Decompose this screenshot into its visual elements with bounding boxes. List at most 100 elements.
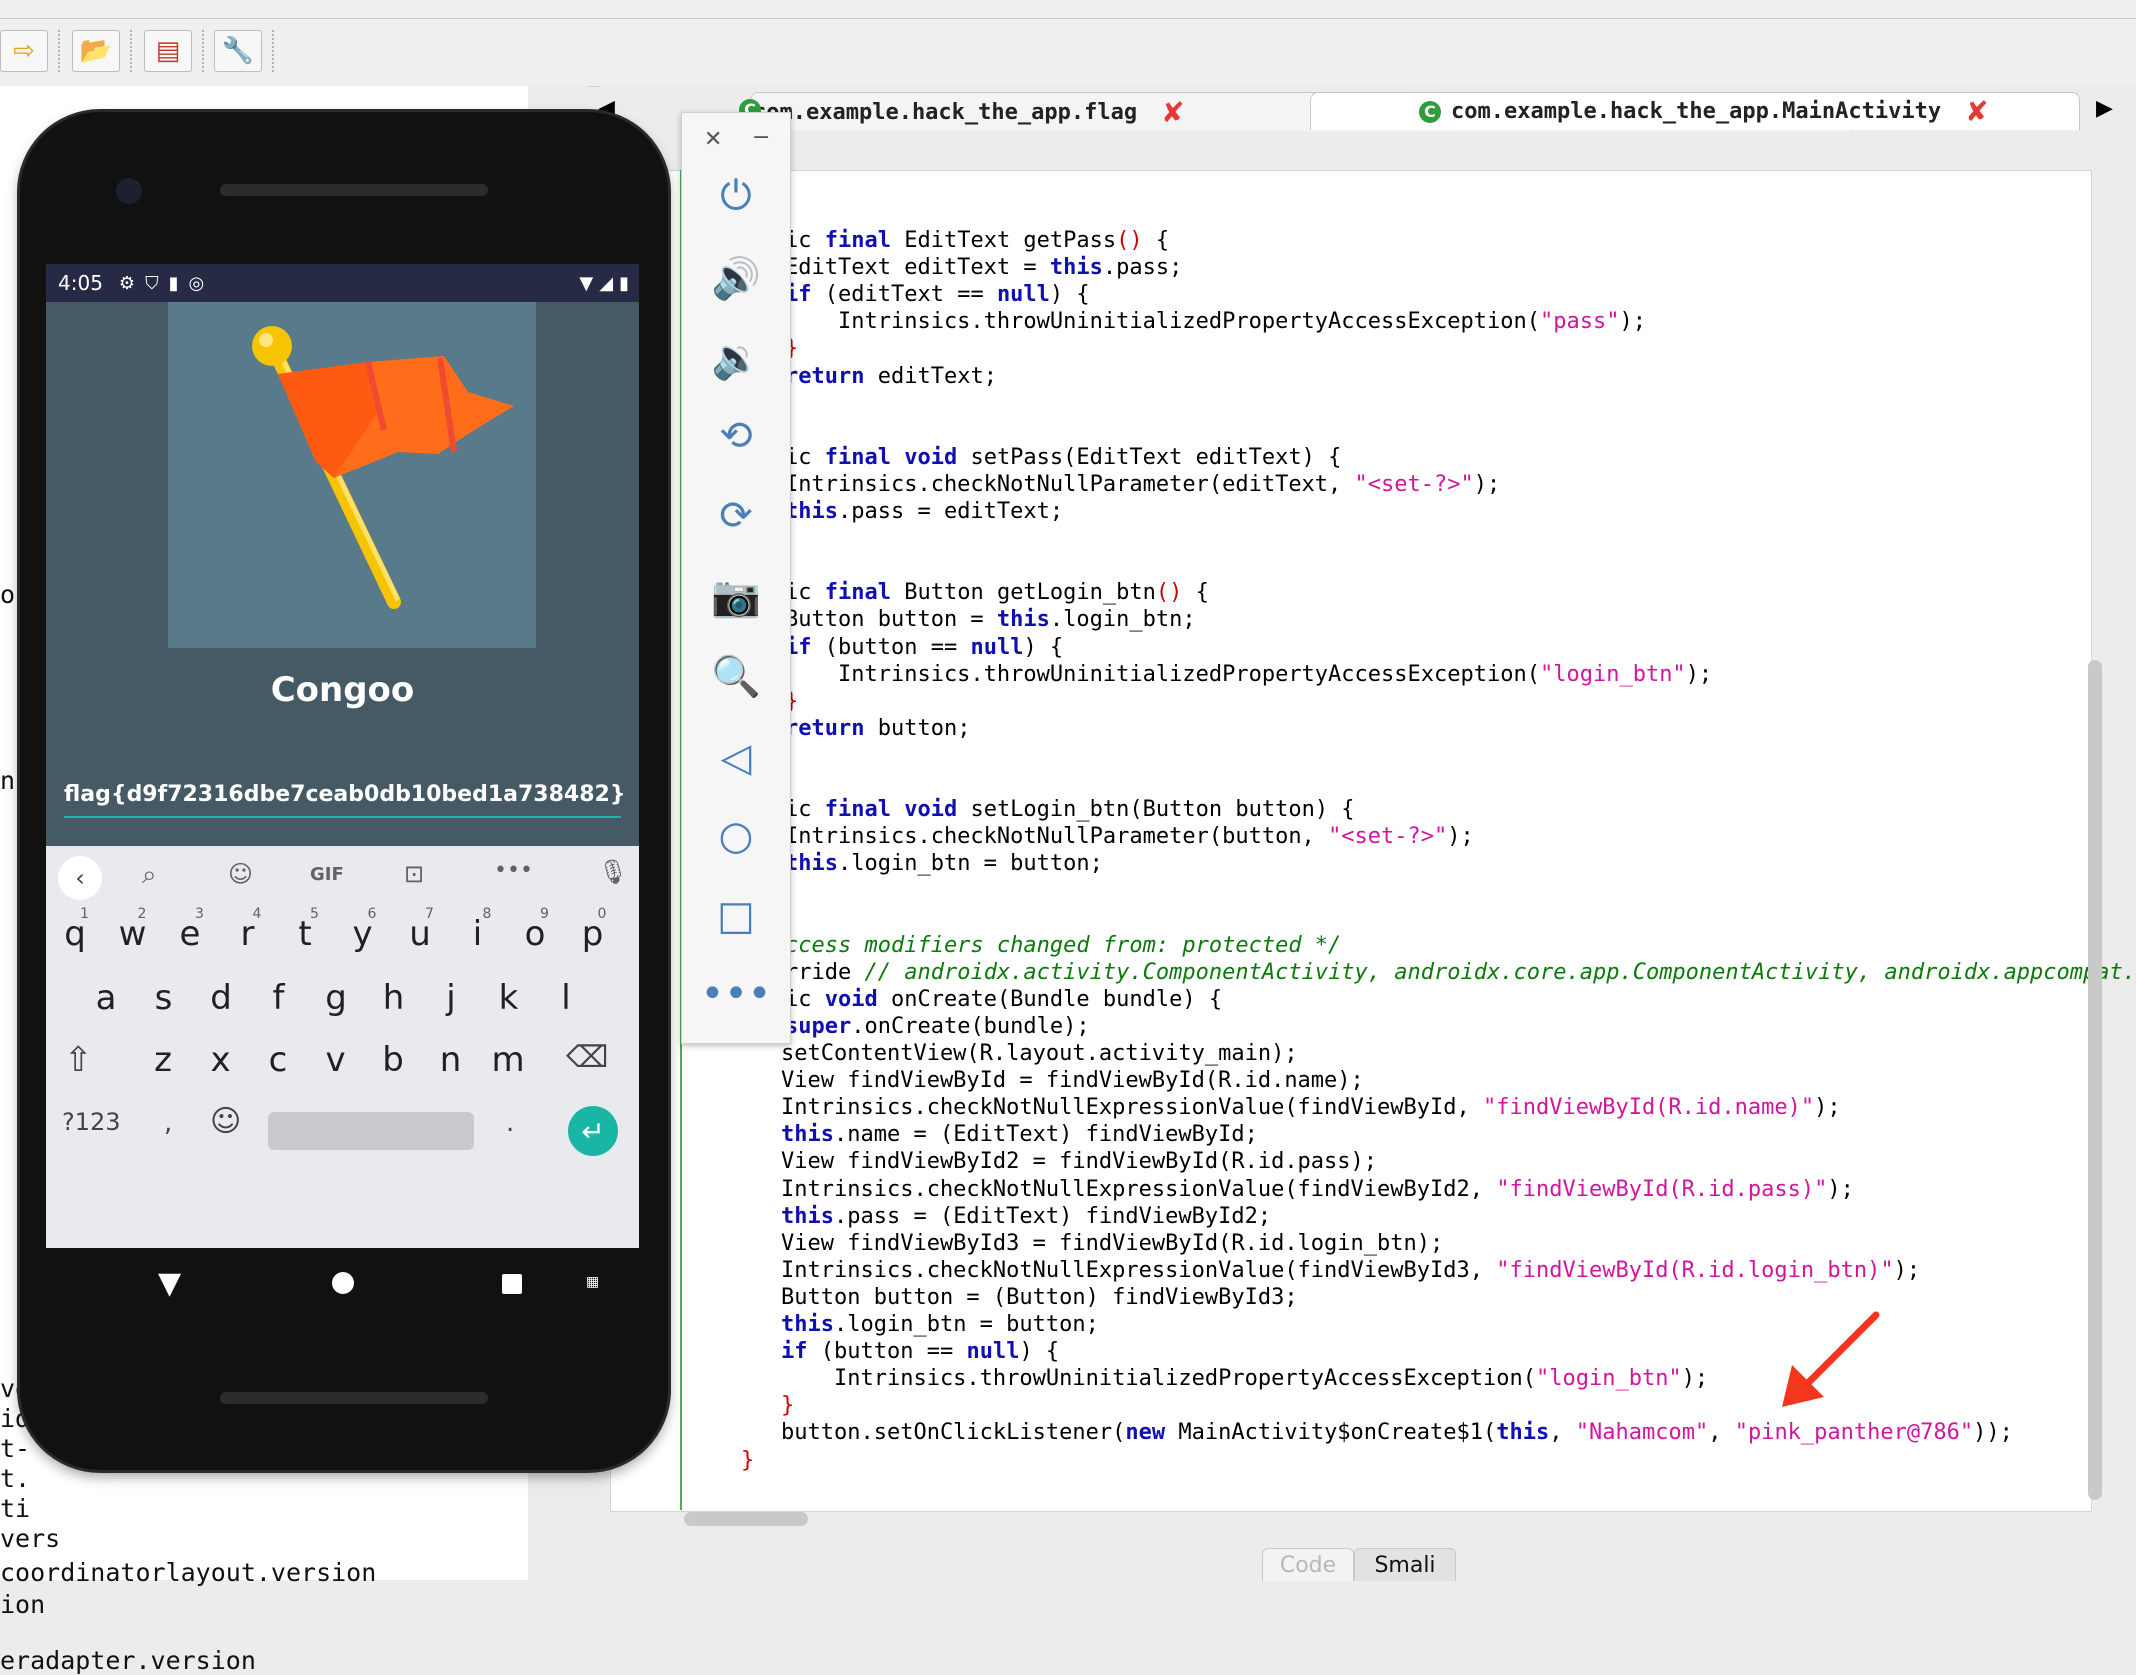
code-token: this	[996, 607, 1050, 633]
key-o[interactable]: o	[510, 914, 560, 954]
volume-up-button[interactable]: 🔊	[682, 255, 790, 302]
code-token: this	[1496, 1420, 1550, 1446]
code-token: "<set-?>"	[1354, 471, 1474, 497]
settings-status-icon: ⚙	[118, 272, 136, 294]
scroll-tabs-right-icon[interactable]: ▶	[2096, 96, 2113, 121]
space-bar[interactable]	[268, 1112, 474, 1150]
code-line: this.name = (EditText) findViewById;	[781, 1121, 1258, 1148]
key-h[interactable]: h	[369, 978, 419, 1018]
tree-line[interactable]: ion	[0, 1590, 45, 1619]
tab-mainactivity[interactable]: C com.example.hack_the_app.MainActivity …	[1310, 92, 2080, 130]
key-u[interactable]: u	[395, 914, 445, 954]
code-token: final	[824, 228, 891, 253]
emoji-key[interactable]: ☺	[210, 1104, 241, 1139]
key-s[interactable]: s	[139, 978, 189, 1018]
key-m[interactable]: m	[483, 1040, 533, 1080]
key-i[interactable]: i	[453, 914, 503, 954]
collapse-toolbar-button[interactable]: ‹	[58, 856, 102, 900]
microphone-icon[interactable]: 🎙	[598, 858, 628, 886]
key-b[interactable]: b	[368, 1040, 418, 1080]
period-key[interactable]: .	[506, 1108, 514, 1138]
close-icon[interactable]: ✕	[704, 127, 722, 152]
symbols-key[interactable]: ?123	[62, 1108, 121, 1136]
key-y[interactable]: y	[338, 914, 388, 954]
key-x[interactable]: x	[196, 1040, 246, 1080]
open-file-button[interactable]: 📂	[72, 30, 120, 72]
key-g[interactable]: g	[311, 978, 361, 1018]
rotate-left-button[interactable]: ⟲	[682, 413, 790, 459]
tree-line[interactable]: t-	[0, 1434, 30, 1463]
key-d[interactable]: d	[196, 978, 246, 1018]
code-token: Intrinsics.checkNotNullExpressionValue(f…	[781, 1257, 1497, 1283]
vertical-scrollbar[interactable]	[2088, 660, 2102, 1500]
tree-line[interactable]: eradapter.version	[0, 1646, 256, 1675]
translate-icon[interactable]: ⊡	[404, 860, 424, 888]
nav-recents-button[interactable]	[502, 1274, 522, 1294]
nav-home-button[interactable]	[332, 1272, 354, 1294]
comma-key[interactable]: ,	[164, 1108, 172, 1138]
tree-line[interactable]: t.	[0, 1464, 30, 1493]
key-e[interactable]: e	[165, 914, 215, 954]
power-button[interactable]: ⏻	[682, 173, 790, 219]
enter-key[interactable]: ↵	[568, 1106, 618, 1156]
preferences-button[interactable]: 🔧	[214, 30, 262, 72]
key-w[interactable]: w	[108, 914, 158, 954]
key-q[interactable]: q	[50, 914, 100, 954]
key-a[interactable]: a	[81, 978, 131, 1018]
gif-button[interactable]: GIF	[310, 864, 344, 885]
shift-key[interactable]: ⇧	[64, 1040, 93, 1080]
key-t[interactable]: t	[280, 914, 330, 954]
backspace-key[interactable]: ⌫	[566, 1040, 608, 1075]
home-button[interactable]: ○	[682, 813, 790, 859]
rotate-right-button[interactable]: ⟳	[682, 493, 790, 539]
close-tab-icon[interactable]: ✘	[1965, 95, 1988, 128]
flag-text-field[interactable]: flag{d9f72316dbe7ceab0db10bed1a738482}	[64, 782, 626, 807]
code-token: "pass"	[1539, 309, 1620, 335]
code-line: this.pass = (EditText) findViewById2;	[781, 1203, 1271, 1230]
more-button[interactable]: •••	[682, 971, 790, 1017]
close-tab-icon[interactable]: ✘	[1161, 96, 1184, 129]
tab-code[interactable]: Code	[1262, 1548, 1354, 1581]
key-p[interactable]: p	[568, 914, 618, 954]
emoji-icon: ☺	[210, 1104, 242, 1139]
key-n[interactable]: n	[426, 1040, 476, 1080]
keyboard-switch-icon[interactable]: ▦	[586, 1274, 600, 1290]
wifi-icon: ▼	[579, 272, 594, 294]
code-token: Intrinsics.throwUninitializedPropertyAcc…	[785, 309, 1540, 335]
overview-button[interactable]: □	[682, 893, 790, 939]
emulator-toolbar: ✕ − ⏻ 🔊 🔉 ⟲ ⟳ 📷 🔍 ◁ ○ □ •••	[681, 112, 791, 1044]
horizontal-scrollbar[interactable]	[684, 1512, 808, 1526]
key-r[interactable]: r	[223, 914, 273, 954]
screenshot-button[interactable]: 📷	[682, 573, 790, 620]
key-l[interactable]: l	[541, 978, 591, 1018]
key-f[interactable]: f	[254, 978, 304, 1018]
zoom-button[interactable]: 🔍	[682, 653, 790, 700]
minimize-icon[interactable]: −	[752, 125, 770, 150]
more-icon[interactable]: •••	[494, 858, 533, 883]
code-token: void	[824, 986, 878, 1012]
code-line: }	[781, 1392, 794, 1419]
key-c[interactable]: c	[253, 1040, 303, 1080]
search-icon[interactable]: ⌕	[142, 860, 157, 891]
sticker-icon[interactable]: ☺	[228, 860, 253, 888]
tab-smali[interactable]: Smali	[1354, 1548, 1456, 1581]
volume-down-button[interactable]: 🔉	[682, 335, 790, 382]
code-token: ()	[1155, 580, 1183, 606]
log-viewer-button[interactable]: ▤	[144, 30, 192, 72]
tree-line[interactable]: coordinatorlayout.version	[0, 1558, 376, 1587]
tree-line[interactable]: vers	[0, 1524, 60, 1553]
code-line: }	[741, 1447, 754, 1474]
nav-back-button[interactable]: ▼	[158, 1266, 181, 1301]
key-k[interactable]: k	[484, 978, 534, 1018]
key-z[interactable]: z	[138, 1040, 188, 1080]
code-line: ic void onCreate(Bundle bundle) {	[785, 986, 1222, 1013]
tab-label: com.example.hack_the_app.flag	[753, 99, 1138, 125]
key-v[interactable]: v	[311, 1040, 361, 1080]
code-token: );	[1681, 1366, 1709, 1392]
back-button[interactable]: ◁	[682, 735, 790, 781]
key-j[interactable]: j	[426, 978, 476, 1018]
phone-screen[interactable]: 4:05 ⚙ ⛉ ▮ ◎ ▼ ◢ ▮ Congoo flag{d9f72316d…	[46, 264, 639, 1248]
code-token: .pass;	[1102, 255, 1183, 281]
tree-line[interactable]: ti	[0, 1494, 30, 1523]
forward-arrow-button[interactable]: ⇨	[0, 30, 48, 72]
